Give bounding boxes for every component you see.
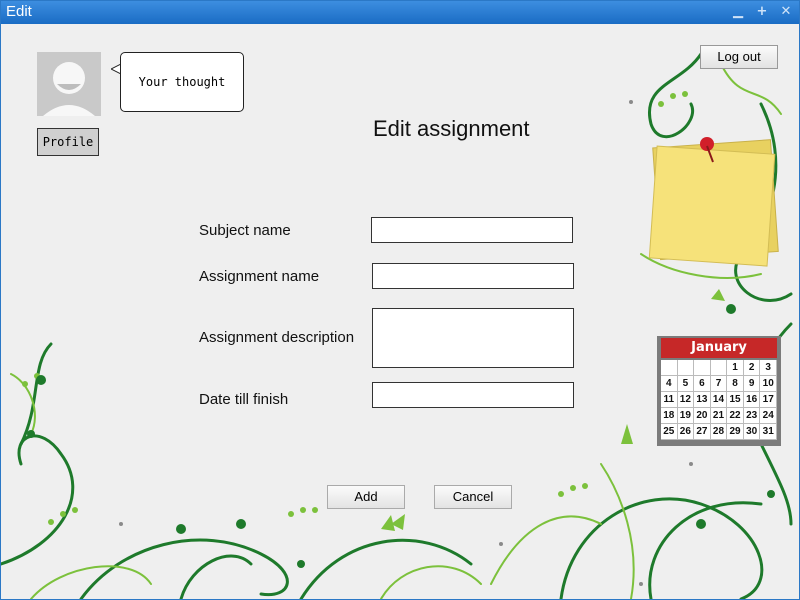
- calendar-day: 26: [677, 424, 695, 440]
- calendar-day: 10: [760, 376, 777, 392]
- calendar-day: 30: [743, 424, 761, 440]
- calendar-day: [677, 360, 695, 376]
- window-title: Edit: [6, 3, 32, 20]
- calendar-day: 22: [727, 408, 744, 424]
- assignment-name-input[interactable]: [372, 263, 574, 289]
- calendar-day: 20: [694, 408, 711, 424]
- calendar-day: 14: [710, 392, 728, 408]
- minimize-icon[interactable]: ▁: [729, 4, 747, 20]
- calendar-day: 25: [661, 424, 678, 440]
- main-content: Your thought Profile Log out Edit assign…: [1, 24, 799, 599]
- calendar-day: 16: [743, 392, 761, 408]
- calendar-day: 11: [661, 392, 678, 408]
- date-till-finish-label: Date till finish: [199, 391, 289, 408]
- sticky-note-icon: [648, 137, 779, 267]
- calendar-day: [661, 360, 678, 376]
- cancel-button[interactable]: Cancel: [434, 485, 512, 509]
- subject-name-input[interactable]: [371, 217, 573, 243]
- title-bar[interactable]: Edit ▁ + ✕: [1, 1, 799, 24]
- subject-name-label: Subject name: [199, 222, 291, 239]
- calendar-day: 8: [727, 376, 744, 392]
- calendar-day: 1: [727, 360, 744, 376]
- user-avatar-icon[interactable]: [37, 52, 101, 116]
- calendar-day: 4: [661, 376, 678, 392]
- calendar-day: [710, 360, 728, 376]
- calendar-icon: January 1 2 3 4 5 6 7 8 9 10 11 12 13 14 15 16 17 18 19 20 2…: [657, 336, 781, 446]
- calendar-day: 12: [677, 392, 695, 408]
- calendar-day: 28: [710, 424, 728, 440]
- calendar-day: 18: [661, 408, 678, 424]
- calendar-day: 19: [677, 408, 695, 424]
- profile-button[interactable]: Profile: [37, 128, 99, 156]
- assignment-name-label: Assignment name: [199, 268, 320, 285]
- calendar-day: 9: [743, 376, 761, 392]
- date-till-finish-input[interactable]: [372, 382, 574, 408]
- thought-bubble[interactable]: Your thought: [120, 52, 244, 112]
- calendar-day: 29: [727, 424, 744, 440]
- assignment-description-label: Assignment description: [199, 329, 355, 346]
- calendar-day: 3: [760, 360, 777, 376]
- calendar-day: 23: [743, 408, 761, 424]
- close-icon[interactable]: ✕: [777, 4, 795, 20]
- calendar-day: 24: [760, 408, 777, 424]
- app-window: Edit ▁ + ✕ Your thought Profile Log out …: [0, 0, 800, 600]
- calendar-day: 6: [694, 376, 711, 392]
- calendar-day: [694, 360, 711, 376]
- calendar-grid: 1 2 3 4 5 6 7 8 9 10 11 12 13 14 15 16 17 18 19 20 21 22 23 24 2…: [661, 360, 777, 440]
- add-button[interactable]: Add: [327, 485, 405, 509]
- assignment-description-input[interactable]: [372, 308, 574, 368]
- calendar-month: January: [661, 338, 777, 358]
- calendar-day: 13: [694, 392, 711, 408]
- maximize-icon[interactable]: +: [753, 4, 771, 20]
- calendar-day: 17: [760, 392, 777, 408]
- calendar-day: 7: [710, 376, 728, 392]
- calendar-day: 31: [760, 424, 777, 440]
- logout-button[interactable]: Log out: [700, 45, 778, 69]
- page-title: Edit assignment: [373, 116, 530, 141]
- calendar-day: 5: [677, 376, 695, 392]
- calendar-day: 27: [694, 424, 711, 440]
- calendar-day: 21: [710, 408, 728, 424]
- calendar-day: 15: [727, 392, 744, 408]
- calendar-day: 2: [743, 360, 761, 376]
